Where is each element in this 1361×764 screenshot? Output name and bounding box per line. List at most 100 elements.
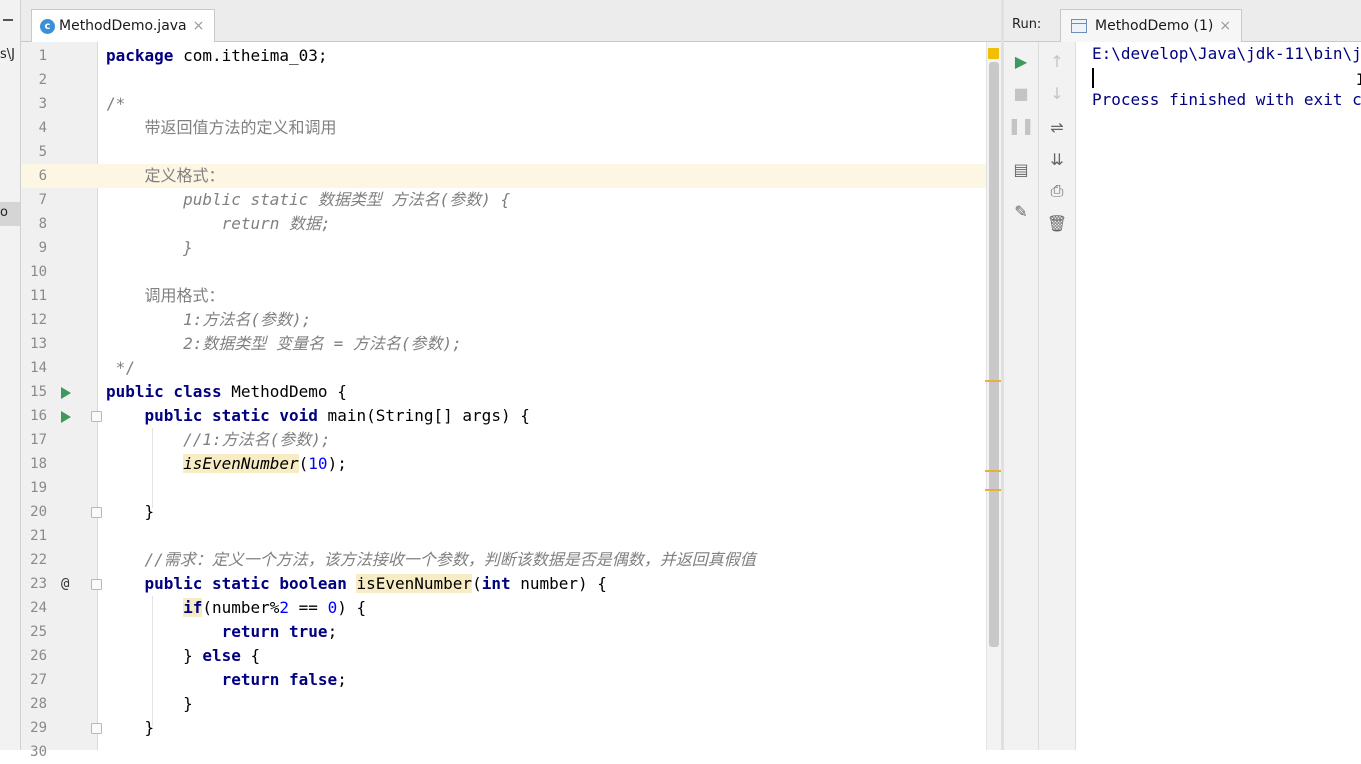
pause-icon[interactable]: ❚❚ [1006,112,1036,138]
run-gutter-icon[interactable] [61,411,71,423]
print-icon[interactable]: ⎙ [1042,178,1072,204]
editor-error-stripe[interactable] [985,42,1001,750]
pin-icon[interactable]: ✎ [1006,198,1036,224]
code-line[interactable] [106,476,986,500]
code-line[interactable] [106,68,986,92]
warning-indicator-icon[interactable] [988,48,999,59]
code-line[interactable] [106,260,986,284]
code-line[interactable]: package com.itheima_03; [106,44,986,68]
up-arrow-icon[interactable]: ↑ [1042,48,1072,74]
code-line[interactable]: //需求：定义一个方法，该方法接收一个参数，判断该数据是否是偶数，并返回真假值 [106,548,986,572]
gutter-row: 23 @ [21,572,102,596]
fold-toggle-icon[interactable] [91,723,102,734]
line-number: 26 [30,648,47,664]
java-class-icon: c [40,18,55,34]
fold-toggle-icon[interactable] [91,411,102,422]
line-number: 23 [30,576,47,592]
down-arrow-icon[interactable]: ↓ [1042,80,1072,106]
console-output[interactable]: E:\develop\Java\jdk-11\bin\java.exe Proc… [1076,42,1361,750]
code-line[interactable]: 定义格式： [106,164,986,188]
line-number: 7 [38,192,47,208]
line-number: 30 [30,744,47,760]
gutter-row: 11 [21,284,97,308]
line-number: 9 [38,240,47,256]
run-config-icon [1071,19,1087,33]
source-code[interactable]: package com.itheima_03; /* 带返回值方法的定义和调用 定… [106,44,986,764]
line-number: 25 [30,624,47,640]
soft-wrap-icon[interactable]: ⇌ [1042,114,1072,140]
fold-toggle-icon[interactable] [91,507,102,518]
code-line[interactable]: return 数据; [106,212,986,236]
code-line[interactable]: public static 数据类型 方法名(参数) { [106,188,986,212]
gutter-row: 20 [21,500,102,524]
line-number: 3 [38,96,47,112]
gutter-row: 19 [21,476,97,500]
mouse-ibeam-cursor: I [1356,70,1361,89]
code-line[interactable]: //1:方法名(参数); [106,428,986,452]
code-line[interactable]: if(number%2 == 0) { [106,596,986,620]
line-number: 6 [38,168,47,184]
stripe-mark[interactable] [985,489,1001,491]
line-number: 12 [30,312,47,328]
scroll-to-end-icon[interactable]: ⇊ [1042,146,1072,172]
stripe-mark[interactable] [985,380,1001,382]
gutter-row: 4 [21,116,97,140]
run-gutter-icon[interactable] [61,387,71,399]
code-line[interactable]: } [106,500,986,524]
code-line[interactable]: 2:数据类型 变量名 = 方法名(参数); [106,332,986,356]
line-number: 19 [30,480,47,496]
line-number: 10 [30,264,47,280]
line-number: 24 [30,600,47,616]
code-line[interactable]: return true; [106,620,986,644]
line-number: 4 [38,120,47,136]
code-line[interactable] [106,524,986,548]
code-line[interactable] [106,740,986,764]
stripe-mark[interactable] [985,470,1001,472]
code-line[interactable]: 调用格式： [106,284,986,308]
overrides-gutter-icon[interactable]: @ [61,572,69,596]
rerun-icon[interactable]: ▶ [1006,48,1036,74]
run-tab-close-icon[interactable]: × [1219,18,1231,34]
line-number: 5 [38,144,47,160]
line-number-gutter: 1 2 3 4 5 6 7 8 9 10 11 12 13 14 15 16 17 18 19 20 21 22 23 @24… [21,44,102,764]
gutter-row: 16 [21,404,102,428]
code-line[interactable]: } [106,692,986,716]
run-toolbar-primary: ▶ ■ ❚❚ ▤ ✎ [1004,42,1039,750]
code-line[interactable]: 1:方法名(参数); [106,308,986,332]
code-line[interactable]: public static void main(String[] args) { [106,404,986,428]
code-line[interactable]: /* [106,92,986,116]
tab-close-icon[interactable]: × [193,18,205,34]
gutter-row: 3 [21,92,97,116]
code-line[interactable] [106,140,986,164]
gutter-row: 27 [21,668,97,692]
tab-methoddemo-java[interactable]: c MethodDemo.java × [31,9,216,42]
line-number: 1 [38,48,47,64]
collapse-icon[interactable] [3,19,13,21]
console-caret [1092,68,1094,88]
code-line[interactable]: } [106,716,986,740]
code-line[interactable]: public static boolean isEvenNumber(int n… [106,572,986,596]
code-line[interactable]: public class MethodDemo { [106,380,986,404]
code-line[interactable]: isEvenNumber(10); [106,452,986,476]
line-number: 28 [30,696,47,712]
run-tab-label: MethodDemo (1) [1095,18,1214,34]
code-line[interactable]: return false; [106,668,986,692]
code-line[interactable]: } [106,236,986,260]
fold-toggle-icon[interactable] [91,579,102,590]
gutter-row: 2 [21,68,97,92]
code-line[interactable]: 带返回值方法的定义和调用 [106,116,986,140]
line-number: 16 [30,408,47,424]
code-line[interactable]: } else { [106,644,986,668]
editor-scrollbar-thumb[interactable] [989,62,999,647]
code-line[interactable]: */ [106,356,986,380]
line-number: 17 [30,432,47,448]
gutter-row: 1 [21,44,97,68]
gutter-row: 5 [21,140,97,164]
trash-icon[interactable]: 🗑 [1042,210,1072,236]
gutter-row: 9 [21,236,97,260]
layout-icon[interactable]: ▤ [1006,156,1036,182]
run-tab-methoddemo[interactable]: MethodDemo (1) × [1060,9,1243,42]
project-panel-strip: s\J o [0,0,21,750]
gutter-row: 7 [21,188,97,212]
stop-icon[interactable]: ■ [1006,80,1036,106]
